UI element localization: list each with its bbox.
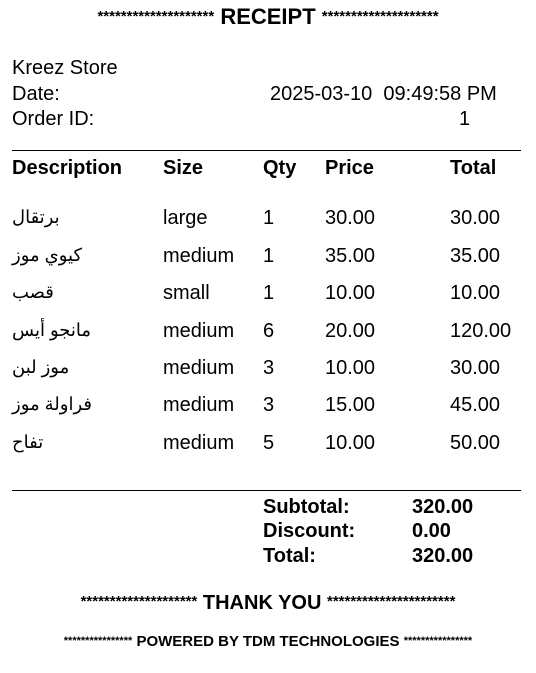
item-size: medium <box>163 394 235 416</box>
item-total: 50.00 <box>450 432 501 454</box>
item-price: 30.00 <box>325 207 376 229</box>
divider-bottom <box>12 490 521 491</box>
col-price: Price <box>325 157 374 179</box>
item-description: كيوي موز <box>12 245 83 265</box>
item-total: 30.00 <box>450 207 501 229</box>
item-description: فراولة موز <box>12 394 92 414</box>
item-price: 10.00 <box>325 282 376 304</box>
item-qty: 1 <box>263 282 275 304</box>
col-description: Description <box>12 157 123 179</box>
item-size: small <box>163 282 210 304</box>
header-stars-right: ******************** <box>321 8 439 25</box>
receipt-header: ******************** RECEIPT ***********… <box>12 4 524 30</box>
powered-stars-left: **************** <box>63 635 133 647</box>
powered-stars-right: **************** <box>403 635 473 647</box>
thanks-stars-left: ******************** <box>80 593 198 610</box>
col-total: Total <box>450 157 497 179</box>
item-qty: 5 <box>263 432 275 454</box>
item-price: 35.00 <box>325 245 376 267</box>
item-qty: 6 <box>263 320 275 342</box>
store-name: Kreez Store <box>12 57 118 79</box>
item-total: 45.00 <box>450 394 501 416</box>
powered-by-text: POWERED BY TDM TECHNOLOGIES <box>136 633 400 650</box>
item-price: 15.00 <box>325 394 376 416</box>
item-size: large <box>163 207 208 229</box>
order-id-label: Order ID: <box>12 108 95 130</box>
subtotal-label: Subtotal: <box>263 496 350 518</box>
item-size: medium <box>163 320 235 342</box>
item-qty: 1 <box>263 207 275 229</box>
item-size: medium <box>163 357 235 379</box>
item-size: medium <box>163 432 235 454</box>
total-label: Total: <box>263 545 316 567</box>
item-qty: 1 <box>263 245 275 267</box>
item-description: قصب <box>12 282 54 302</box>
discount-value: 0.00 <box>412 520 451 542</box>
header-stars-left: ******************** <box>97 8 215 25</box>
receipt-title: RECEIPT <box>220 4 316 29</box>
col-size: Size <box>163 157 204 179</box>
col-qty: Qty <box>263 157 297 179</box>
date-label: Date: <box>12 83 60 105</box>
item-total: 120.00 <box>450 320 512 342</box>
order-id-value: 1 <box>459 108 471 130</box>
item-description: تفاح <box>12 432 44 452</box>
item-qty: 3 <box>263 357 275 379</box>
item-description: موز لبن <box>12 357 70 377</box>
item-price: 10.00 <box>325 432 376 454</box>
total-value: 320.00 <box>412 545 474 567</box>
discount-label: Discount: <box>263 520 356 542</box>
item-total: 10.00 <box>450 282 501 304</box>
item-size: medium <box>163 245 235 267</box>
item-total: 30.00 <box>450 357 501 379</box>
date-value: 2025-03-10 09:49:58 PM <box>270 83 497 105</box>
item-description: برتقال <box>12 207 60 227</box>
item-price: 10.00 <box>325 357 376 379</box>
divider-top <box>12 150 521 151</box>
subtotal-value: 320.00 <box>412 496 474 518</box>
item-qty: 3 <box>263 394 275 416</box>
item-total: 35.00 <box>450 245 501 267</box>
item-description: مانجو أيس <box>12 320 92 340</box>
thank-you-text: THANK YOU <box>202 592 322 614</box>
powered-by-line: **************** POWERED BY TDM TECHNOLO… <box>12 633 524 650</box>
thanks-stars-right: ********************** <box>326 593 456 610</box>
thank-you-line: ******************** THANK YOU *********… <box>12 592 524 615</box>
item-price: 20.00 <box>325 320 376 342</box>
